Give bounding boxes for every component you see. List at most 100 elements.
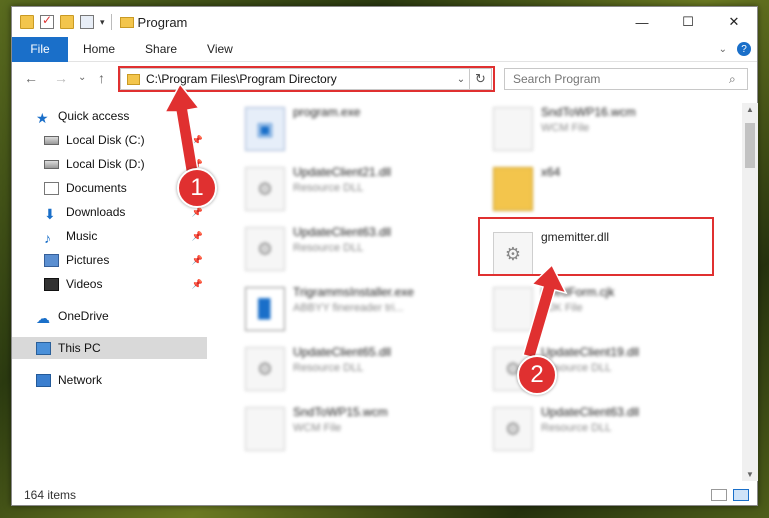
forward-arrow-icon[interactable]: → [54,70,68,86]
back-arrow-icon[interactable]: ← [24,70,38,86]
list-item[interactable]: SndToWP15.wcm WCM File [245,403,485,459]
scroll-up-icon[interactable]: ▲ [746,105,754,114]
vertical-scrollbar[interactable]: ▲ ▼ [742,103,758,481]
file-name: UpdateClient65.dll [293,345,392,359]
tab-view[interactable]: View [192,42,248,56]
pin-icon[interactable]: 📌 [192,207,203,218]
file-name: UpdateClient19.dll [541,345,640,359]
sidebar-item-videos[interactable]: Videos 📌 [12,273,207,295]
ribbon-right: ⌄ ? [719,42,751,56]
file-name: UpdateClient63.dll [293,225,392,239]
recent-locations-icon[interactable]: ⌄ [78,72,86,83]
item-count: 164 items [24,488,77,502]
status-bar: 164 items [12,483,757,507]
minimize-button[interactable]: — [619,7,665,37]
file-name: TrigrammsInstaller.exe [293,285,414,299]
list-item[interactable]: ▉ TrigrammsInstaller.exe ABBYY finereader… [245,283,485,339]
quick-access-toolbar: ▾ [12,13,105,29]
help-icon[interactable]: ? [737,42,751,56]
sidebar-item-local-disk-d[interactable]: Local Disk (D:) 📌 [12,153,207,175]
search-icon[interactable]: ⌕ [729,72,747,87]
list-item[interactable]: ⚙ UpdateClient21.dll Resource DLL [245,163,485,219]
sidebar-item-label: Local Disk (D:) [66,157,145,171]
sidebar-item-network[interactable]: Network [12,369,207,391]
disk-icon [44,135,59,145]
view-switcher [711,489,749,501]
sidebar-item-label: Network [58,373,103,387]
list-item[interactable]: ⚙ UpdateClient63.dll Resource DLL [245,223,485,279]
address-folder-icon [127,73,140,85]
sidebar-item-pictures[interactable]: Pictures 📌 [12,249,207,271]
file-type: Resource DLL [293,362,364,374]
list-item[interactable]: ▣ program.exe [245,103,485,159]
title-folder-icon [119,16,134,28]
list-item[interactable]: x64 [493,163,733,219]
sidebar-item-this-pc[interactable]: This PC [12,337,207,359]
sidebar-item-label: Music [66,229,98,243]
file-icon [245,407,285,451]
installer-icon: ▉ [245,287,285,331]
tab-file[interactable]: File [12,36,68,62]
file-type: WCM File [293,422,342,434]
large-icons-view-icon[interactable] [733,489,749,501]
tab-share[interactable]: Share [130,42,192,56]
download-icon: ⬇ [44,205,56,222]
new-folder-icon[interactable] [60,15,74,29]
sidebar-item-quick-access[interactable]: ★ Quick access [12,105,207,127]
dropdown-arrow-icon[interactable]: ▾ [100,17,105,28]
folder-icon[interactable] [20,15,34,29]
pin-icon[interactable]: 📌 [192,255,203,266]
list-item[interactable]: ⚙ UpdateClient63.dll Resource DLL [493,403,733,459]
address-path[interactable]: C:\Program Files\Program Directory [146,72,453,86]
sidebar-item-onedrive[interactable]: ☁ OneDrive [12,305,207,327]
video-icon [44,277,59,291]
file-name: program.exe [293,105,361,119]
sidebar-item-local-disk-c[interactable]: Local Disk (C:) 📌 [12,129,207,151]
window-title: Program [137,14,188,30]
list-item[interactable]: ⚙ UpdateClient65.dll Resource DLL [245,343,485,399]
pc-icon [36,341,51,355]
pin-icon[interactable]: 📌 [192,231,203,242]
file-icon [493,107,533,151]
file-type: ABBYY finereader tri... [293,302,404,314]
refresh-icon[interactable]: ↻ [469,69,491,89]
list-item[interactable]: FeedForm.cjk CJK File [493,283,733,339]
properties-check-icon[interactable] [40,13,54,29]
close-button[interactable]: ✕ [711,7,757,37]
tab-home[interactable]: Home [68,42,130,56]
file-name: SndToWP15.wcm [293,405,388,419]
window-controls: — ☐ ✕ [619,7,757,37]
search-box[interactable]: ⌕ [504,68,748,90]
cloud-icon: ☁ [36,309,50,326]
details-view-icon[interactable] [711,489,727,501]
maximize-button[interactable]: ☐ [665,7,711,37]
address-row: ← → ⌄ ↑ C:\Program Files\Program Directo… [12,64,757,94]
customize-icon[interactable] [80,15,94,29]
up-arrow-icon[interactable]: ↑ [98,70,105,86]
file-highlight-box [478,217,714,276]
pin-icon[interactable]: 📌 [192,135,203,146]
sidebar-item-label: Pictures [66,253,110,267]
music-icon: ♪ [44,229,51,246]
dll-gear-icon: ⚙ [245,167,285,211]
file-type: Resource DLL [541,422,612,434]
scroll-down-icon[interactable]: ▼ [746,470,754,479]
pin-icon[interactable]: 📌 [192,279,203,290]
file-name: SndToWP16.wcm [541,105,636,119]
file-name: FeedForm.cjk [541,285,615,299]
navigation-pane: ★ Quick access Local Disk (C:) 📌 Local D… [12,103,207,483]
application-icon: ▣ [245,107,285,151]
disk-icon [44,159,59,169]
chevron-down-icon[interactable]: ⌄ [719,44,727,55]
sidebar-item-label: Videos [66,277,103,291]
address-bar[interactable]: C:\Program Files\Program Directory ⌄ ↻ [120,68,492,90]
address-dropdown-icon[interactable]: ⌄ [453,74,469,85]
network-icon [36,373,51,387]
sidebar-item-label: Local Disk (C:) [66,133,145,147]
sidebar-item-music[interactable]: ♪ Music 📌 [12,225,207,247]
dll-gear-icon: ⚙ [245,227,285,271]
sidebar-item-downloads[interactable]: ⬇ Downloads 📌 [12,201,207,223]
scroll-thumb[interactable] [745,123,755,168]
list-item[interactable]: SndToWP16.wcm WCM File [493,103,733,159]
search-input[interactable] [505,72,729,86]
